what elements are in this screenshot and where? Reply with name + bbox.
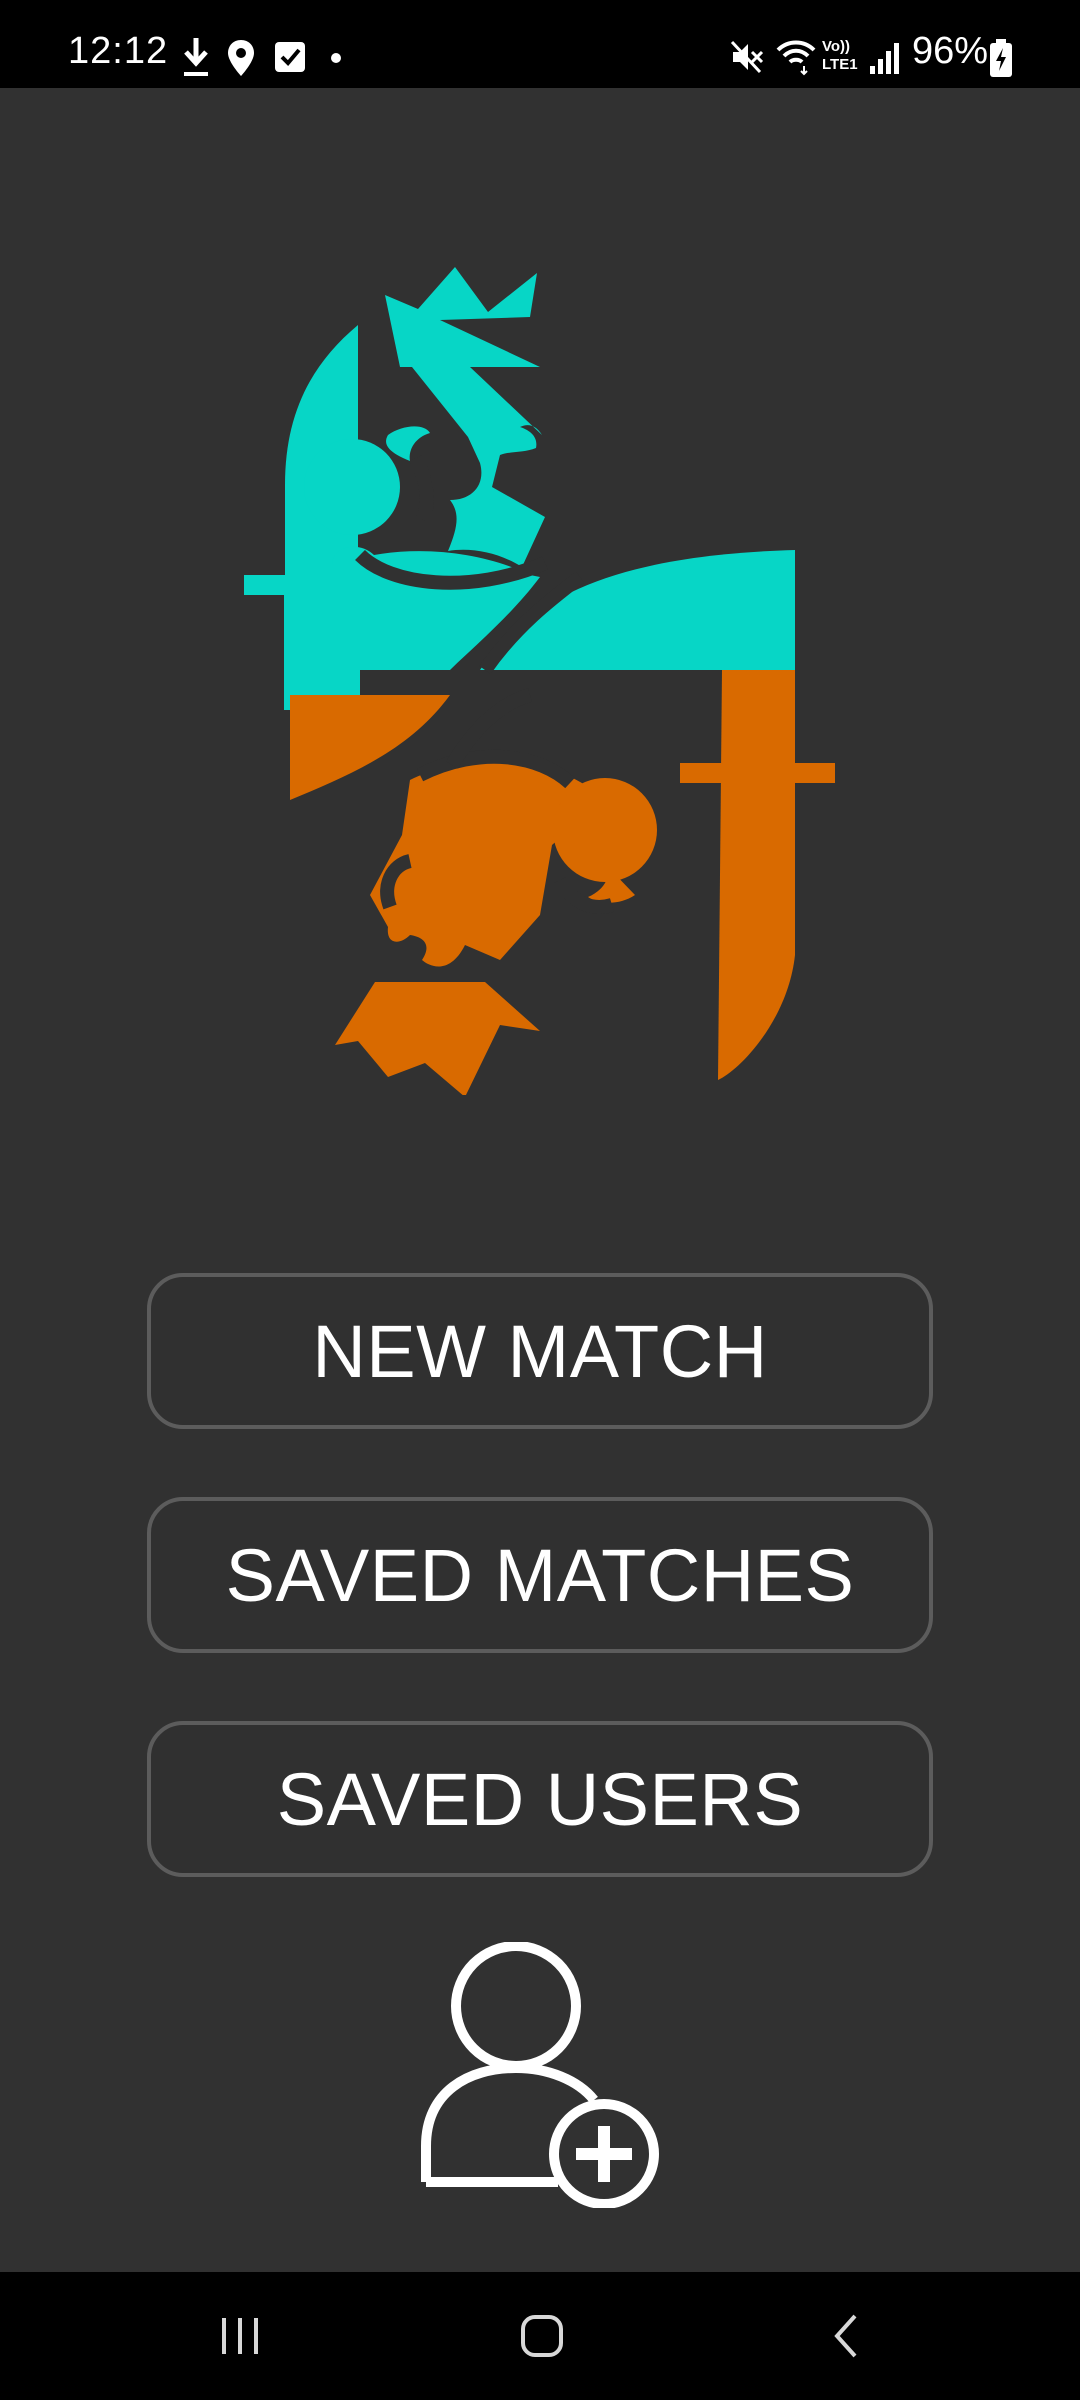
volte-label-top: Vo)) bbox=[822, 38, 851, 55]
status-bar: 12:12 Vo)) LTE1 96% bbox=[0, 0, 1080, 88]
recent-apps-icon bbox=[222, 2318, 258, 2354]
new-match-label: NEW MATCH bbox=[312, 1309, 768, 1393]
status-time: 12:12 bbox=[68, 30, 169, 72]
location-icon bbox=[228, 40, 254, 76]
volte-icon: Vo)) LTE1 bbox=[822, 38, 862, 78]
battery-percent: 96% bbox=[912, 30, 989, 72]
new-match-button[interactable]: NEW MATCH bbox=[147, 1273, 933, 1429]
saved-users-label: SAVED USERS bbox=[276, 1757, 804, 1841]
king-card-logo bbox=[244, 267, 835, 1095]
navigation-bar bbox=[0, 2272, 1080, 2400]
saved-matches-label: SAVED MATCHES bbox=[225, 1533, 855, 1617]
battery-charging-icon bbox=[990, 39, 1012, 77]
home-button[interactable] bbox=[462, 2272, 622, 2400]
dot-icon bbox=[331, 53, 341, 63]
mute-icon bbox=[730, 40, 764, 74]
wifi-icon bbox=[776, 40, 816, 76]
logo-top-half bbox=[244, 267, 795, 710]
home-icon bbox=[521, 2315, 563, 2357]
recent-apps-button[interactable] bbox=[160, 2272, 320, 2400]
volte-label-bottom: LTE1 bbox=[822, 56, 858, 73]
signal-icon bbox=[870, 43, 899, 74]
back-button[interactable] bbox=[766, 2272, 926, 2400]
add-user-icon[interactable] bbox=[418, 1942, 664, 2208]
saved-matches-button[interactable]: SAVED MATCHES bbox=[147, 1497, 933, 1653]
back-icon bbox=[834, 2314, 857, 2358]
download-icon bbox=[184, 38, 208, 76]
checkbox-icon bbox=[275, 42, 305, 72]
saved-users-button[interactable]: SAVED USERS bbox=[147, 1721, 933, 1877]
